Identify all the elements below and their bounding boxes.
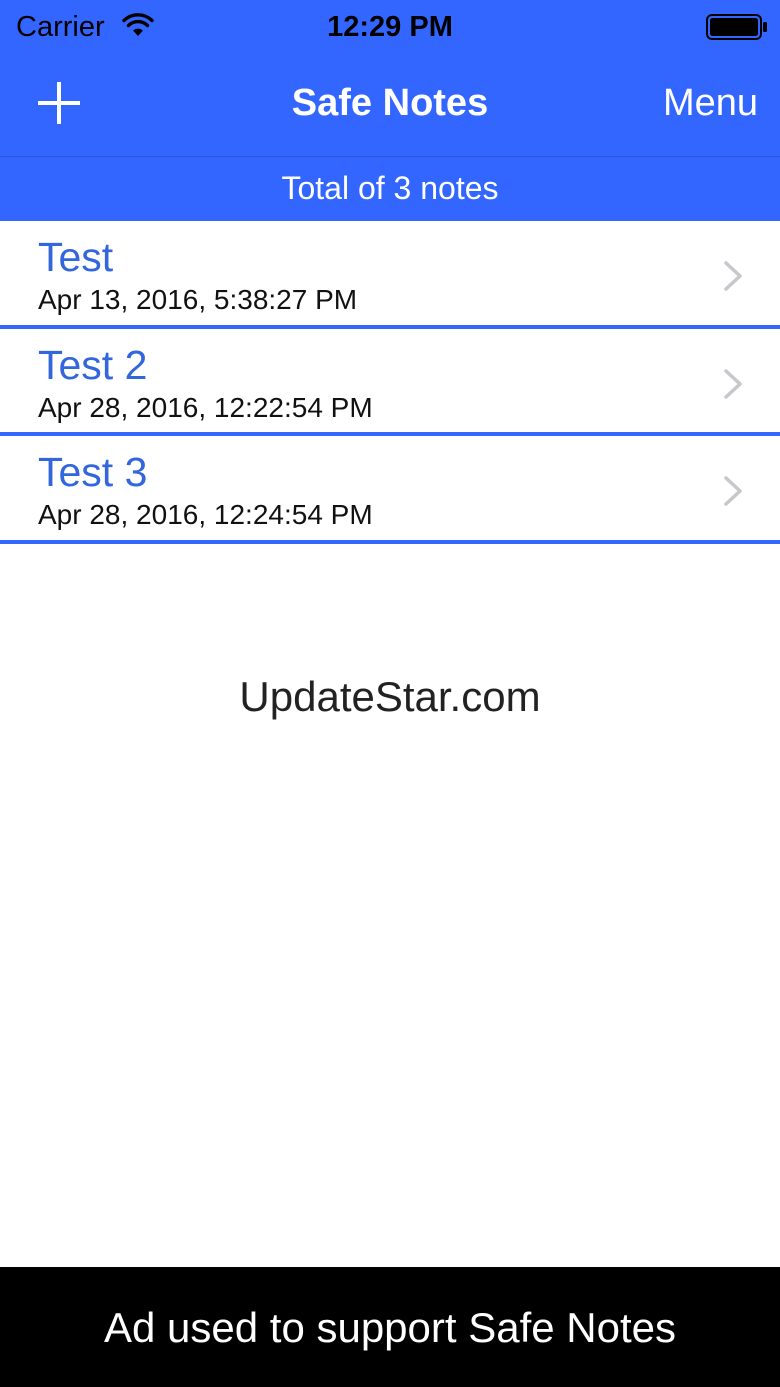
status-bar: Carrier 12:29 PM: [0, 0, 780, 54]
battery-icon: [706, 14, 767, 40]
menu-button[interactable]: Menu: [663, 80, 758, 126]
app-screen: Carrier 12:29 PM Safe Notes Menu Total o…: [0, 0, 780, 1387]
note-date: Apr 13, 2016, 5:38:27 PM: [38, 284, 358, 315]
note-title: Test: [38, 234, 114, 280]
note-title: Test 3: [38, 449, 148, 495]
note-row[interactable]: Test 2 Apr 28, 2016, 12:22:54 PM: [0, 328, 780, 436]
chevron-right-icon: [724, 368, 742, 399]
header: Carrier 12:29 PM Safe Notes Menu: [0, 0, 780, 157]
note-row[interactable]: Test Apr 13, 2016, 5:38:27 PM: [0, 221, 780, 329]
chevron-right-icon: [724, 476, 742, 506]
chevron-right-icon: [724, 261, 742, 291]
ad-banner-text: Ad used to support Safe Notes: [103, 1304, 677, 1351]
notes-list: Test Apr 13, 2016, 5:38:27 PM Test 2 Apr…: [0, 221, 780, 544]
note-date: Apr 28, 2016, 12:24:54 PM: [38, 499, 373, 530]
note-title: Test 2: [38, 341, 148, 388]
ad-banner[interactable]: Ad used to support Safe Notes: [0, 1267, 780, 1387]
notes-count-bar: Total of 3 notes: [0, 157, 780, 221]
note-row[interactable]: Test 3 Apr 28, 2016, 12:24:54 PM: [0, 436, 780, 544]
note-date: Apr 28, 2016, 12:22:54 PM: [38, 391, 373, 423]
notes-count-label: Total of 3 notes: [281, 170, 499, 206]
clock: 12:29 PM: [327, 11, 453, 43]
watermark-text: UpdateStar.com: [239, 673, 541, 720]
navigation-bar: Safe Notes Menu: [0, 54, 780, 157]
